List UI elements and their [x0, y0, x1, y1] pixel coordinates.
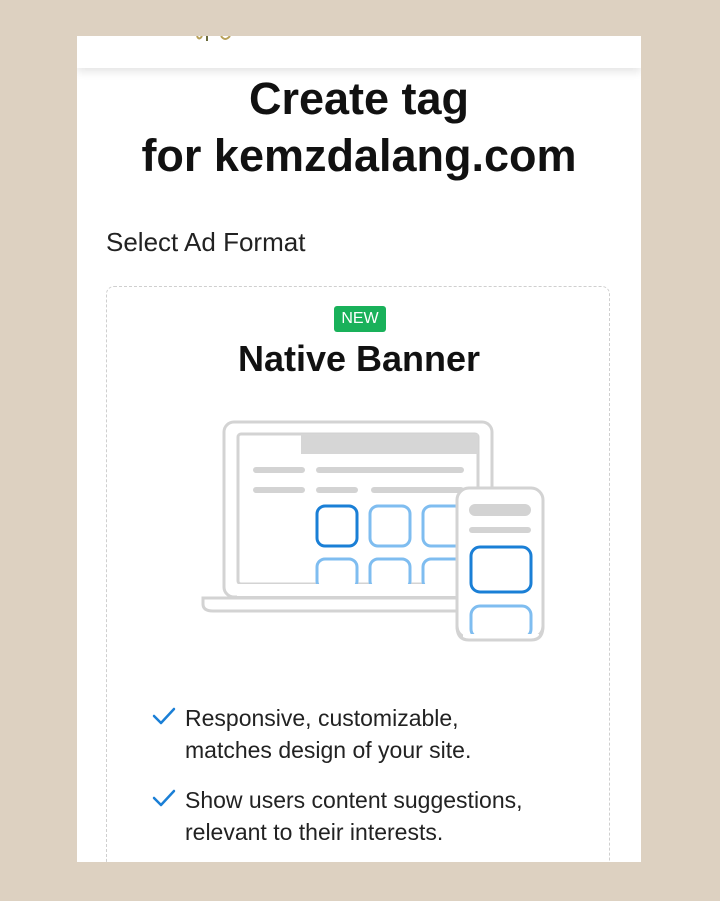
feature-text-line: matches design of your site. [185, 737, 472, 763]
page-title-line-1: Create tag [248, 73, 470, 124]
laptop-and-phone-native-banner-icon [201, 420, 545, 642]
app-screen: Create tag for kemzdalang.com Select Ad … [77, 36, 641, 862]
format-title: Native Banner [237, 338, 481, 379]
feature-text-line: Responsive, customizable, [185, 705, 459, 731]
feature-item: Show users content suggestions, relevant… [152, 784, 582, 850]
native-banner-format-card[interactable]: NEW Native Banner Responsive, customizab… [106, 286, 610, 862]
checkmark-icon [152, 707, 176, 725]
feature-text: Responsive, customizable, matches design… [185, 702, 585, 766]
feature-text: Show users content suggestions, relevant… [185, 784, 585, 848]
page-title: Create tag for kemzdalang.com [77, 70, 641, 184]
feature-text-line: relevant to their interests. [185, 819, 444, 845]
feature-text-line: Show users content suggestions, [185, 787, 523, 813]
page-title-line-2: for kemzdalang.com [141, 130, 577, 181]
top-header-bar [77, 36, 641, 68]
checkmark-icon [152, 789, 176, 807]
site-logo-icon [196, 36, 231, 41]
select-ad-format-label: Select Ad Format [106, 227, 306, 257]
feature-item: Responsive, customizable, matches design… [152, 702, 582, 768]
new-badge: NEW [334, 306, 386, 332]
